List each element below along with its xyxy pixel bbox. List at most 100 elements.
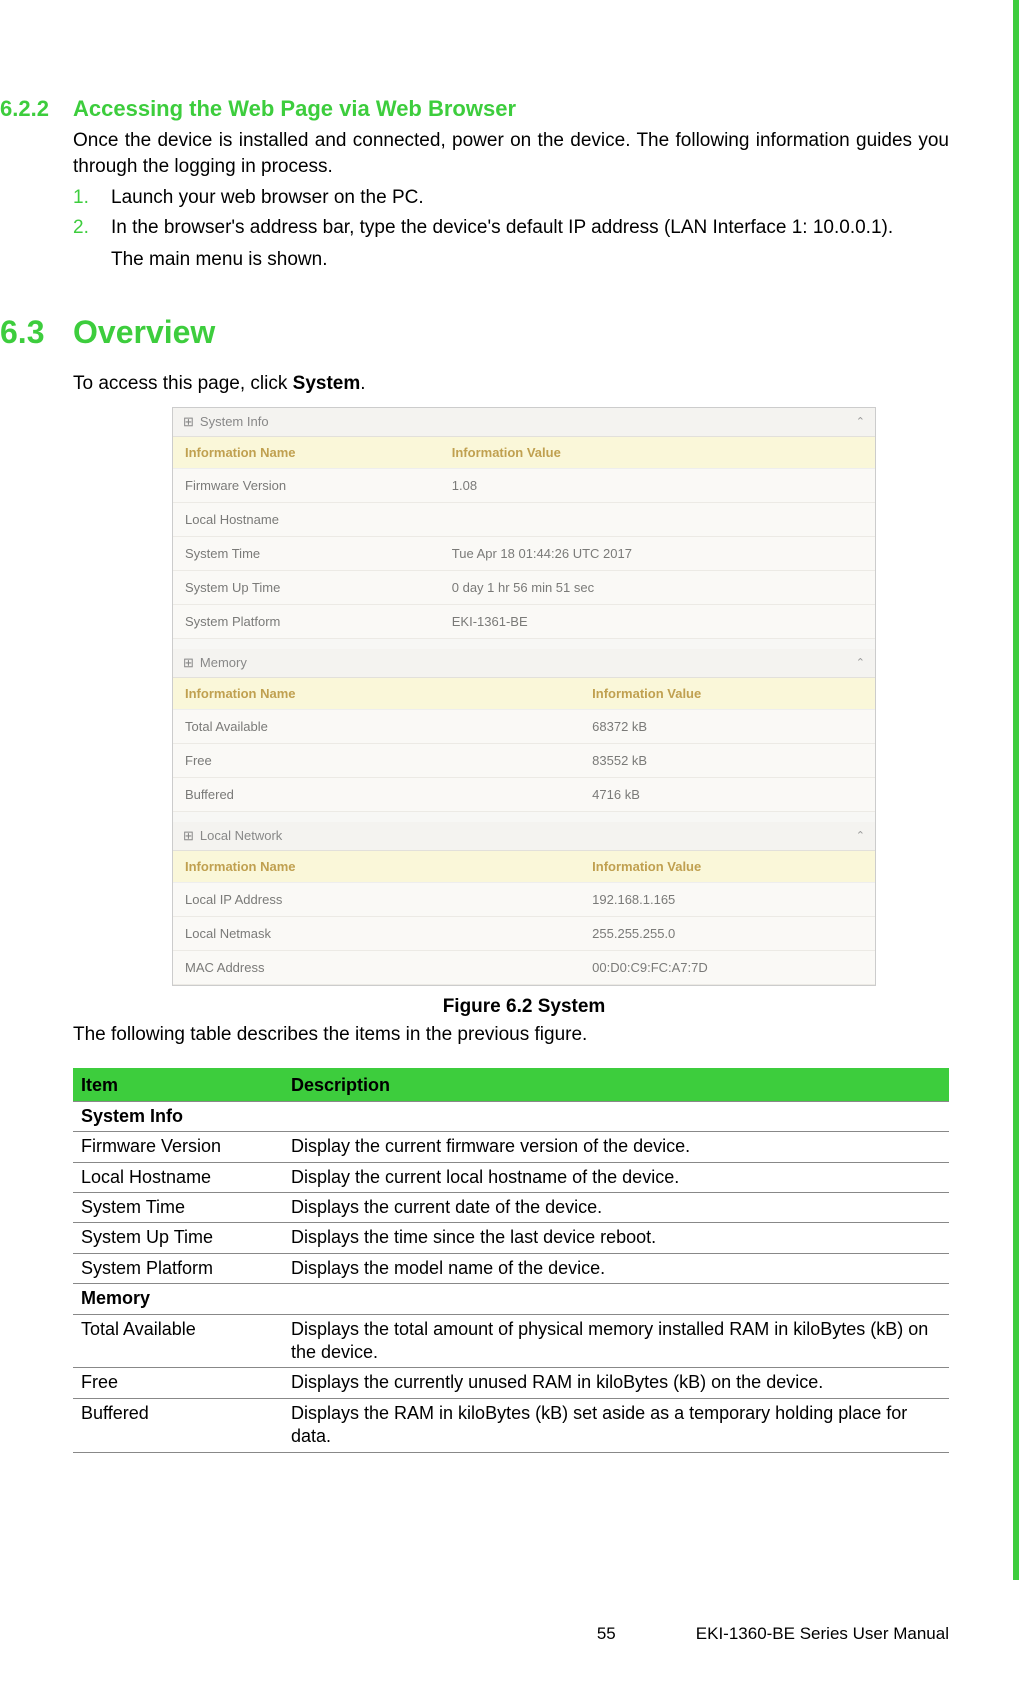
cell-description: Displays the total amount of physical me… — [283, 1314, 949, 1368]
table-row: System TimeTue Apr 18 01:44:26 UTC 2017 — [173, 536, 875, 570]
document-title: EKI-1360-BE Series User Manual — [696, 1624, 949, 1644]
table-intro-text: The following table describes the items … — [73, 1024, 949, 1046]
description-table: Item Description System InfoFirmware Ver… — [73, 1068, 949, 1453]
table-row: Free83552 kB — [173, 743, 875, 777]
cell-item: Firmware Version — [73, 1132, 283, 1162]
cell-name: MAC Address — [173, 950, 580, 984]
table-row: Total Available68372 kB — [173, 709, 875, 743]
steps-list: 1. Launch your web browser on the PC. 2.… — [73, 185, 949, 240]
chevron-up-icon: ⌃ — [856, 656, 865, 669]
panel-header-system-info: ⊞ System Info ⌃ — [173, 408, 875, 437]
table-row: Local IP Address192.168.1.165 — [173, 882, 875, 916]
header-item: Item — [73, 1069, 283, 1102]
cell-description: Displays the RAM in kiloBytes (kB) set a… — [283, 1398, 949, 1452]
cell-description: Displays the current date of the device. — [283, 1193, 949, 1223]
step-2: 2. In the browser's address bar, type th… — [73, 215, 949, 241]
intro-bold: System — [293, 373, 361, 394]
section-63-intro: To access this page, click System. — [73, 371, 949, 397]
step-text: In the browser's address bar, type the d… — [111, 215, 949, 241]
cell-description: Displays the time since the last device … — [283, 1223, 949, 1253]
cell-item: System Info — [73, 1101, 949, 1131]
cell-description: Displays the currently unused RAM in kil… — [283, 1368, 949, 1398]
cell-item: Buffered — [73, 1398, 283, 1452]
col-info-value: Information Value — [580, 851, 875, 883]
panel-header-memory: ⊞ Memory ⌃ — [173, 649, 875, 678]
table-row: System PlatformEKI-1361-BE — [173, 604, 875, 638]
cell-value: 1.08 — [440, 468, 875, 502]
step-number: 1. — [73, 185, 111, 211]
table-icon: ⊞ — [183, 655, 194, 671]
table-row: System Up Time0 day 1 hr 56 min 51 sec — [173, 570, 875, 604]
cell-name: System Up Time — [173, 570, 440, 604]
section-title: Accessing the Web Page via Web Browser — [73, 96, 516, 122]
table-row: Total AvailableDisplays the total amount… — [73, 1314, 949, 1368]
cell-value — [440, 502, 875, 536]
intro-suffix: . — [360, 373, 365, 394]
system-screenshot: ⊞ System Info ⌃ Information Name Informa… — [172, 407, 876, 986]
system-info-table: Information Name Information Value Firmw… — [173, 437, 875, 639]
panel-header-local-network: ⊞ Local Network ⌃ — [173, 822, 875, 851]
panel-title: Local Network — [200, 828, 282, 843]
section-number: 6.2.2 — [0, 96, 73, 122]
cell-value: Tue Apr 18 01:44:26 UTC 2017 — [440, 536, 875, 570]
cell-item: Total Available — [73, 1314, 283, 1368]
table-icon: ⊞ — [183, 414, 194, 430]
cell-value: 4716 kB — [580, 777, 875, 811]
figure-6-2: ⊞ System Info ⌃ Information Name Informa… — [172, 407, 876, 1018]
table-row: Firmware Version1.08 — [173, 468, 875, 502]
cell-name: Local Netmask — [173, 916, 580, 950]
local-network-table: Information Name Information Value Local… — [173, 851, 875, 985]
figure-caption: Figure 6.2 System — [172, 996, 876, 1018]
cell-value: 83552 kB — [580, 743, 875, 777]
col-info-name: Information Name — [173, 851, 580, 883]
cell-name: Firmware Version — [173, 468, 440, 502]
step-number: 2. — [73, 215, 111, 241]
cell-value: 00:D0:C9:FC:A7:7D — [580, 950, 875, 984]
page-right-border — [1013, 0, 1019, 1580]
col-info-value: Information Value — [440, 437, 875, 469]
cell-name: Local Hostname — [173, 502, 440, 536]
col-info-name: Information Name — [173, 437, 440, 469]
step-sub-text: The main menu is shown. — [111, 247, 949, 273]
cell-name: Local IP Address — [173, 882, 580, 916]
cell-name: System Platform — [173, 604, 440, 638]
heading-622: 6.2.2 Accessing the Web Page via Web Bro… — [0, 96, 949, 122]
section-title: Overview — [73, 314, 215, 351]
table-icon: ⊞ — [183, 828, 194, 844]
cell-name: System Time — [173, 536, 440, 570]
page-number: 55 — [597, 1624, 616, 1644]
cell-item: System Time — [73, 1193, 283, 1223]
table-row: Buffered4716 kB — [173, 777, 875, 811]
cell-item: System Platform — [73, 1253, 283, 1283]
cell-name: Total Available — [173, 709, 580, 743]
col-info-name: Information Name — [173, 678, 580, 710]
cell-value: 192.168.1.165 — [580, 882, 875, 916]
col-info-value: Information Value — [580, 678, 875, 710]
page-footer: 55 EKI-1360-BE Series User Manual — [0, 1624, 949, 1644]
table-row: Memory — [73, 1284, 949, 1314]
cell-item: Free — [73, 1368, 283, 1398]
step-1: 1. Launch your web browser on the PC. — [73, 185, 949, 211]
heading-63: 6.3 Overview — [0, 314, 949, 351]
table-row: Local Netmask255.255.255.0 — [173, 916, 875, 950]
memory-table: Information Name Information Value Total… — [173, 678, 875, 812]
table-row: BufferedDisplays the RAM in kiloBytes (k… — [73, 1398, 949, 1452]
table-row: FreeDisplays the currently unused RAM in… — [73, 1368, 949, 1398]
table-row: Firmware VersionDisplay the current firm… — [73, 1132, 949, 1162]
cell-item: Local Hostname — [73, 1162, 283, 1192]
table-row: System Up TimeDisplays the time since th… — [73, 1223, 949, 1253]
cell-name: Free — [173, 743, 580, 777]
chevron-up-icon: ⌃ — [856, 829, 865, 842]
cell-description: Displays the model name of the device. — [283, 1253, 949, 1283]
table-row: Local Hostname — [173, 502, 875, 536]
cell-description: Display the current firmware version of … — [283, 1132, 949, 1162]
table-row: System Info — [73, 1101, 949, 1131]
cell-description: Display the current local hostname of th… — [283, 1162, 949, 1192]
table-row: MAC Address00:D0:C9:FC:A7:7D — [173, 950, 875, 984]
cell-name: Buffered — [173, 777, 580, 811]
cell-value: 255.255.255.0 — [580, 916, 875, 950]
intro-prefix: To access this page, click — [73, 373, 293, 394]
cell-value: 0 day 1 hr 56 min 51 sec — [440, 570, 875, 604]
header-description: Description — [283, 1069, 949, 1102]
step-text: Launch your web browser on the PC. — [111, 185, 949, 211]
